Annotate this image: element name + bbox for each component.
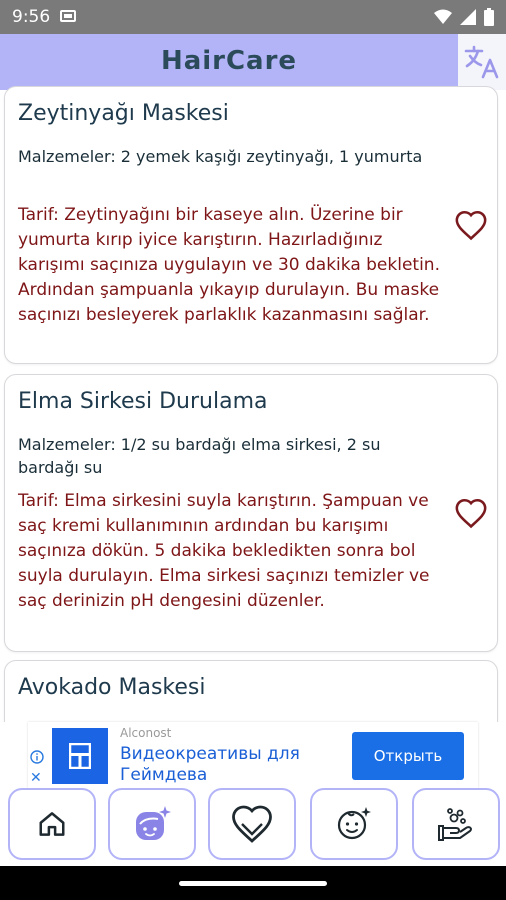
cell-signal-icon <box>460 9 476 25</box>
home-icon <box>39 812 65 836</box>
app-title: HairCare <box>160 46 298 76</box>
recipe-card: Zeytinyağı Maskesi Malzemeler: 2 yemek k… <box>4 86 498 364</box>
recipe-title: Elma Sirkesi Durulama <box>18 389 268 414</box>
recipe-title: Avokado Maskesi <box>18 675 206 700</box>
nav-face-care-button[interactable] <box>108 788 196 860</box>
home-gesture-handle[interactable] <box>179 881 327 886</box>
recipe-card: Avokado Maskesi <box>4 660 498 722</box>
recipe-list[interactable]: Zeytinyağı Maskesi Malzemeler: 2 yemek k… <box>0 86 506 722</box>
heart-icon <box>232 805 272 843</box>
system-navigation-bar <box>0 866 506 900</box>
recipe-ingredients: Malzemeler: 2 yemek kaşığı zeytinyağı, 1… <box>18 147 423 166</box>
status-bar: 9:56 <box>0 0 506 34</box>
app-bar: HairCare <box>0 34 506 90</box>
translate-icon <box>464 45 499 79</box>
ad-logo <box>52 728 108 784</box>
favorite-button[interactable] <box>451 493 491 533</box>
ad-info-icon[interactable] <box>30 750 44 764</box>
heart-outline-icon <box>455 210 487 241</box>
wifi-icon <box>434 9 452 24</box>
ad-open-button[interactable]: Открыть <box>352 732 464 780</box>
status-time: 9:56 <box>12 7 51 27</box>
ad-banner[interactable]: ✕ Alconost Видеокреативы для Геймдева От… <box>28 722 478 788</box>
heart-outline-icon <box>455 498 487 529</box>
nav-favorites-button[interactable] <box>208 788 296 860</box>
nav-hand-care-button[interactable] <box>412 788 500 860</box>
advertiser-logo-icon <box>69 743 91 769</box>
bottom-navigation <box>0 788 506 866</box>
ad-brand: Alconost <box>120 726 172 740</box>
baby-face-icon <box>337 807 371 840</box>
recipe-title: Zeytinyağı Maskesi <box>18 101 229 126</box>
ad-headline[interactable]: Видеокреативы для Геймдева <box>120 744 330 786</box>
battery-icon <box>484 8 494 26</box>
nav-baby-care-button[interactable] <box>310 788 398 860</box>
recipe-card: Elma Sirkesi Durulama Malzemeler: 1/2 su… <box>4 374 498 652</box>
recipe-ingredients: Malzemeler: 1/2 su bardağı elma sirkesi,… <box>18 435 381 477</box>
favorite-button[interactable] <box>451 205 491 245</box>
hand-wash-icon <box>438 808 472 841</box>
ad-close-icon[interactable]: ✕ <box>30 770 42 786</box>
face-sparkle-icon <box>136 806 171 840</box>
recipe-instructions: Tarif: Elma sirkesini suyla karıştırın. … <box>18 491 430 611</box>
nav-home-button[interactable] <box>8 788 96 860</box>
sim-card-icon <box>60 10 76 22</box>
translate-button[interactable] <box>458 34 506 90</box>
recipe-instructions: Tarif: Zeytinyağını bir kaseye alın. Üze… <box>18 205 440 325</box>
